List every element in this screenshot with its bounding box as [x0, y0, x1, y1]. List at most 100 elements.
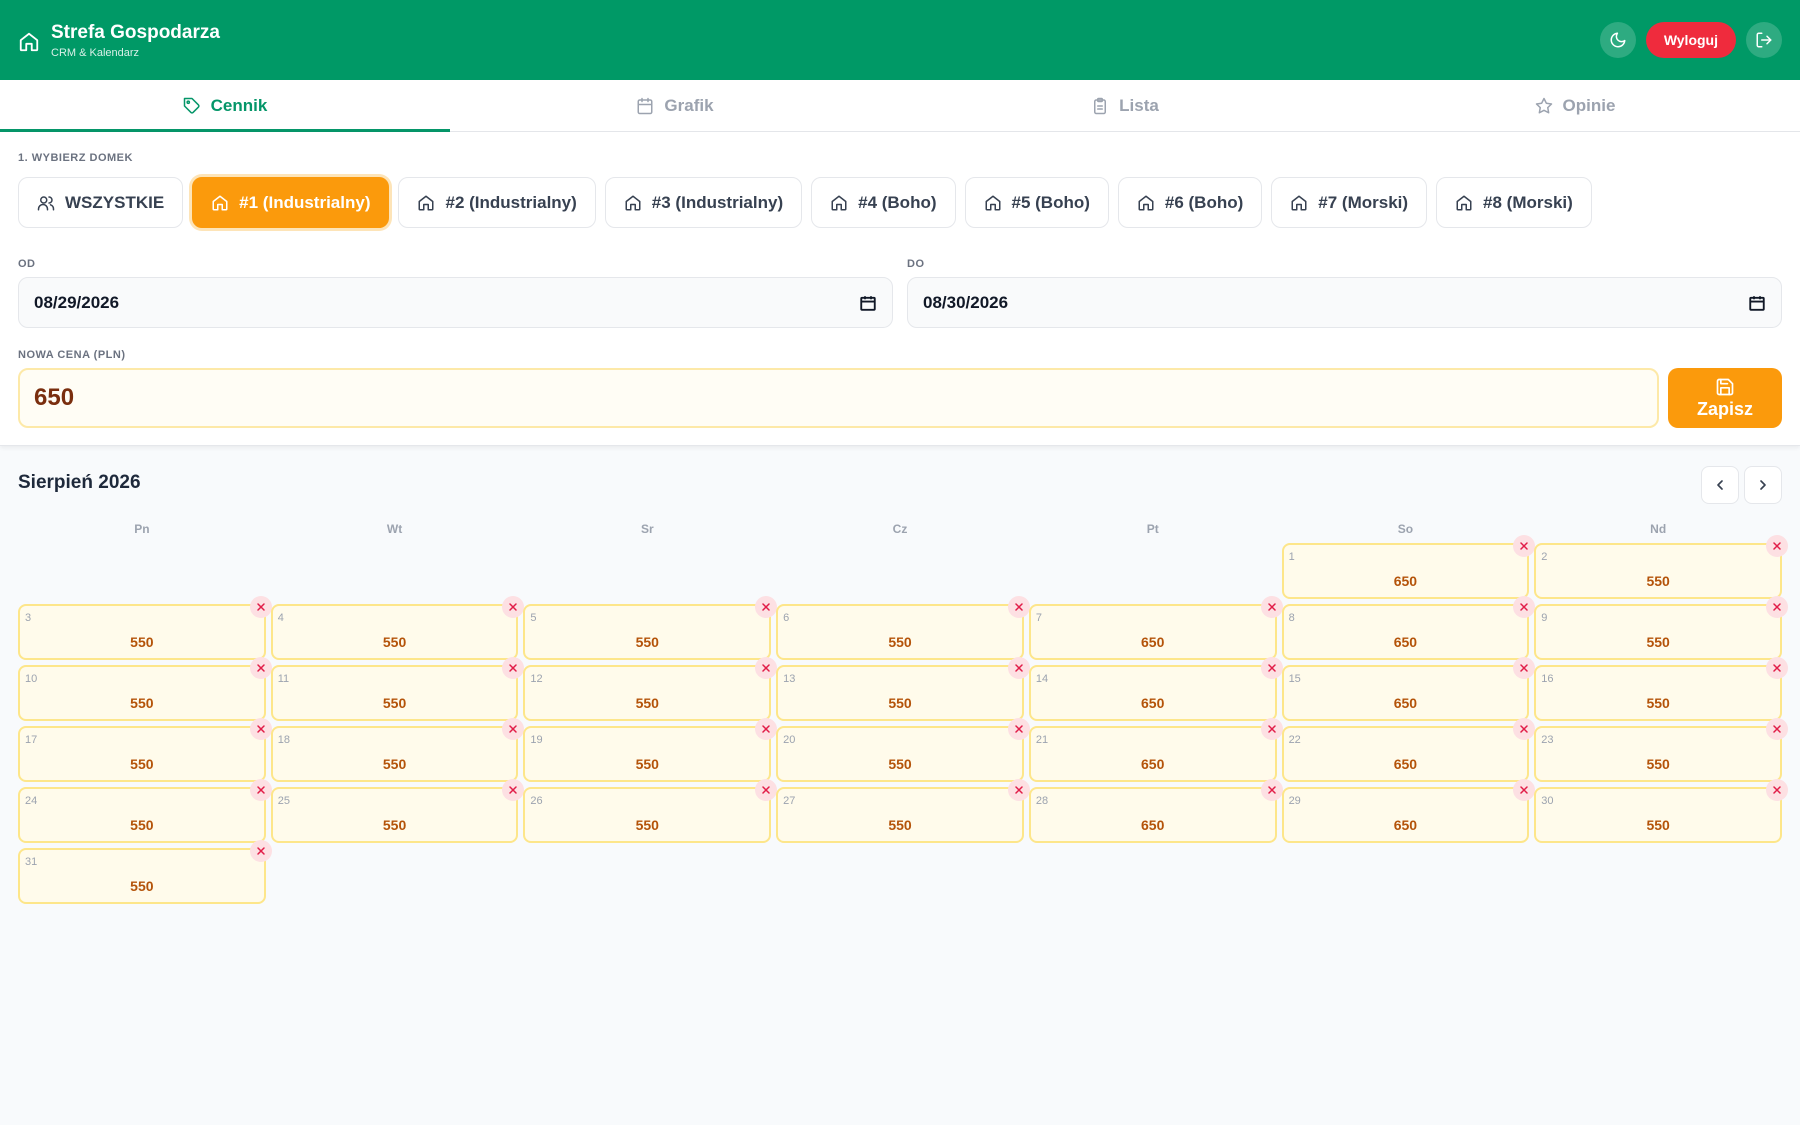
day-cell[interactable]: 2 550	[1534, 535, 1788, 599]
remove-price-button[interactable]	[1260, 779, 1283, 801]
remove-price-button[interactable]	[1007, 779, 1030, 801]
remove-price-button[interactable]	[502, 718, 525, 740]
remove-price-button[interactable]	[1513, 718, 1536, 740]
day-number: 14	[1035, 673, 1049, 685]
theme-toggle-button[interactable]	[1599, 22, 1636, 58]
weekday-header: Pn Wt Sr Cz Pt So Nd	[18, 522, 1782, 536]
day-cell[interactable]: 17 550	[18, 718, 272, 782]
house-button[interactable]: WSZYSTKIE	[18, 177, 184, 228]
house-button[interactable]: #2 (Industrialny)	[398, 177, 596, 228]
remove-price-button[interactable]	[1765, 779, 1788, 801]
day-cell[interactable]: 20 550	[776, 718, 1030, 782]
day-cell[interactable]: 25 550	[270, 779, 525, 843]
remove-price-button[interactable]	[249, 840, 272, 862]
day-cell[interactable]: 19 550	[523, 718, 778, 782]
day-cell[interactable]: 22 650	[1281, 718, 1536, 782]
to-date-input[interactable]: 08/30/2026	[907, 277, 1782, 328]
day-cell[interactable]: 8 650	[1281, 596, 1536, 660]
remove-price-button[interactable]	[1513, 596, 1536, 618]
next-month-button[interactable]	[1744, 466, 1782, 504]
day-cell[interactable]: 13 550	[776, 657, 1030, 721]
day-price: 650	[1141, 634, 1165, 650]
remove-price-button[interactable]	[502, 596, 525, 618]
remove-price-button[interactable]	[502, 657, 525, 679]
house-button[interactable]: #7 (Morski)	[1271, 177, 1428, 228]
day-number: 27	[783, 795, 796, 807]
house-button[interactable]: #4 (Boho)	[811, 177, 956, 228]
close-icon	[255, 784, 267, 796]
remove-price-button[interactable]	[755, 718, 778, 740]
day-cell[interactable]: 31 550	[18, 840, 272, 904]
remove-price-button[interactable]	[1765, 718, 1788, 740]
tab-opinie[interactable]: Opinie	[1350, 80, 1800, 131]
day-cell[interactable]: 6 550	[776, 596, 1030, 660]
house-button[interactable]: #3 (Industrialny)	[604, 177, 803, 228]
remove-price-button[interactable]	[249, 718, 272, 740]
remove-price-button[interactable]	[1007, 657, 1030, 679]
remove-price-button[interactable]	[755, 657, 778, 679]
day-cell[interactable]: 18 550	[270, 718, 525, 782]
save-button[interactable]: Zapisz	[1668, 368, 1782, 428]
remove-price-button[interactable]	[1513, 779, 1536, 801]
day-cell[interactable]: 12 550	[523, 657, 778, 721]
day-cell[interactable]: 9 550	[1534, 596, 1788, 660]
logout-button[interactable]: Wyloguj	[1645, 22, 1736, 58]
remove-price-button[interactable]	[1765, 535, 1788, 557]
day-cell[interactable]: 1 650	[1281, 535, 1536, 599]
day-cell[interactable]: 26 550	[523, 779, 778, 843]
remove-price-button[interactable]	[1007, 718, 1030, 740]
day-price: 550	[1646, 634, 1670, 650]
day-cell[interactable]: 27 550	[776, 779, 1030, 843]
house-button[interactable]: #8 (Morski)	[1436, 177, 1592, 228]
remove-price-button[interactable]	[1260, 596, 1283, 618]
remove-price-button[interactable]	[755, 596, 778, 618]
day-cell[interactable]: 10 550	[18, 657, 272, 721]
day-cell[interactable]: 30 550	[1534, 779, 1788, 843]
tab-lista[interactable]: Lista	[900, 80, 1350, 131]
close-icon	[1518, 540, 1530, 552]
day-cell[interactable]: 5 550	[523, 596, 778, 660]
day-cell[interactable]: 23 550	[1534, 718, 1788, 782]
to-date-value: 08/30/2026	[923, 292, 1009, 312]
remove-price-button[interactable]	[755, 779, 778, 801]
remove-price-button[interactable]	[249, 596, 272, 618]
remove-price-button[interactable]	[1260, 657, 1283, 679]
day-cell[interactable]: 4 550	[270, 596, 525, 660]
house-button[interactable]: #6 (Boho)	[1117, 177, 1263, 228]
log-out-icon	[1756, 32, 1772, 48]
day-cell[interactable]: 24 550	[18, 779, 272, 843]
day-price: 650	[1141, 756, 1165, 772]
day-cell[interactable]: 29 650	[1281, 779, 1536, 843]
tab-cennik[interactable]: Cennik	[0, 80, 450, 132]
remove-price-button[interactable]	[1513, 535, 1536, 557]
remove-price-button[interactable]	[1007, 596, 1030, 618]
day-cell[interactable]: 3 550	[18, 596, 272, 660]
day-price: 550	[130, 756, 154, 772]
day-cell[interactable]: 14 650	[1028, 657, 1283, 721]
day-number: 25	[277, 795, 290, 807]
from-date-input[interactable]: 08/29/2026	[18, 277, 893, 328]
day-cell[interactable]: 21 650	[1028, 718, 1283, 782]
remove-price-button[interactable]	[249, 657, 272, 679]
logout-icon-button[interactable]	[1746, 22, 1782, 58]
day-cell[interactable]: 15 650	[1281, 657, 1536, 721]
remove-price-button[interactable]	[502, 779, 525, 801]
day-cell[interactable]: 7 650	[1028, 596, 1283, 660]
remove-price-button[interactable]	[1260, 718, 1283, 740]
prev-month-button[interactable]	[1701, 466, 1739, 504]
remove-price-button[interactable]	[1765, 596, 1788, 618]
day-cell[interactable]: 16 550	[1534, 657, 1788, 721]
house-button[interactable]: #5 (Boho)	[964, 177, 1109, 228]
weekday-label: Pt	[1146, 522, 1159, 536]
day-cell[interactable]: 28 650	[1028, 779, 1283, 843]
chevron-right-icon	[1760, 480, 1766, 490]
remove-price-button[interactable]	[249, 779, 272, 801]
house-button[interactable]: #1 (Industrialny)	[192, 177, 390, 228]
remove-price-button[interactable]	[1513, 657, 1536, 679]
day-price: 550	[888, 695, 912, 711]
tab-grafik[interactable]: Grafik	[450, 80, 900, 131]
remove-price-button[interactable]	[1765, 657, 1788, 679]
day-cell[interactable]: 11 550	[270, 657, 525, 721]
day-price: 550	[382, 817, 407, 833]
price-input[interactable]: 650	[18, 368, 1659, 428]
